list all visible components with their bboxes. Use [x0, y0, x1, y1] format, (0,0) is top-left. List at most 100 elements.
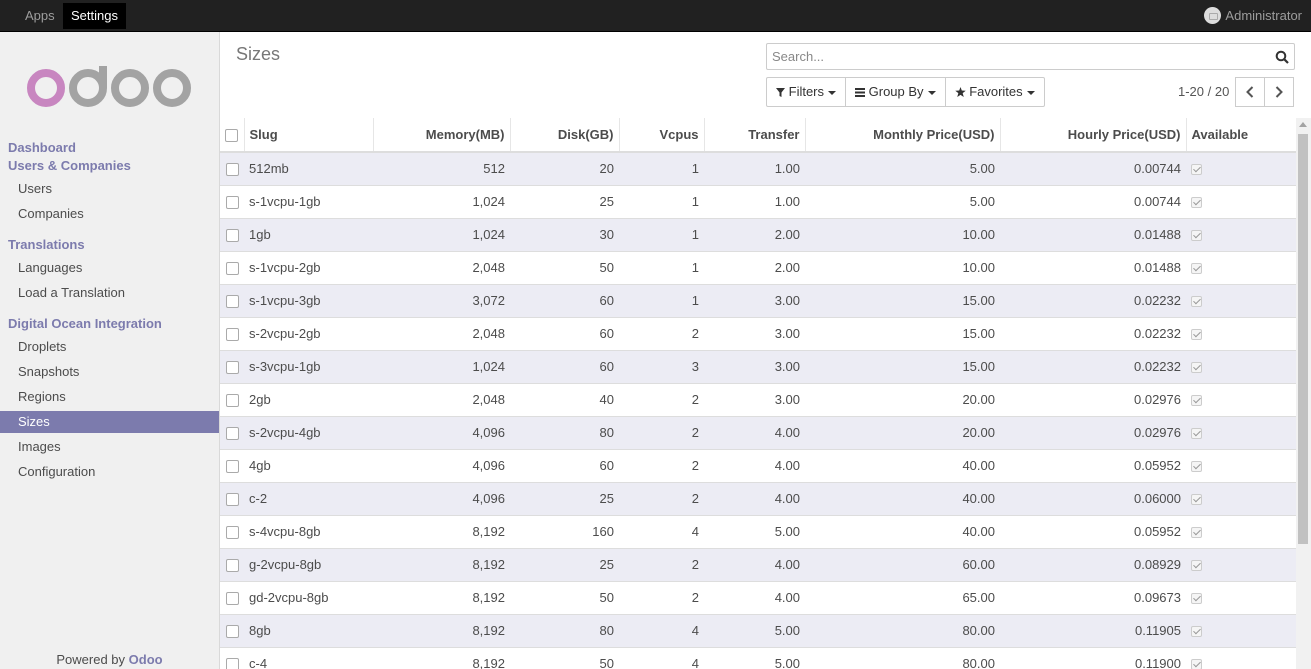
cell-available [1186, 415, 1296, 449]
table-row[interactable]: 1gb 1,024 30 1 2.00 10.00 0.01488 [220, 217, 1296, 251]
row-checkbox[interactable] [225, 658, 239, 669]
row-checkbox[interactable] [225, 295, 239, 309]
avatar [1204, 7, 1222, 25]
row-select-cell [220, 448, 244, 482]
row-checkbox[interactable] [225, 262, 239, 276]
scroll-up-icon[interactable] [1299, 122, 1307, 127]
sidebar-item-snapshots[interactable]: Snapshots [0, 361, 219, 383]
row-checkbox[interactable] [225, 229, 239, 243]
column-header-hourly-price[interactable]: Hourly Price(USD) [1000, 118, 1187, 153]
table-row[interactable]: s-1vcpu-2gb 2,048 50 1 2.00 10.00 0.01488 [220, 250, 1296, 284]
sidebar-item-sizes[interactable]: Sizes [0, 411, 219, 433]
cell-slug: s-1vcpu-1gb [244, 184, 373, 218]
favorites-button[interactable]: Favorites [946, 78, 1044, 106]
user-menu[interactable]: Administrator [1204, 3, 1302, 29]
row-checkbox[interactable] [225, 394, 239, 408]
table-row[interactable]: c-2 4,096 25 2 4.00 40.00 0.06000 [220, 481, 1296, 515]
column-header-transfer[interactable]: Transfer [704, 118, 806, 153]
cell-transfer: 3.00 [704, 382, 805, 416]
search-options: Filters Group By Favorites [766, 77, 1045, 107]
odoo-logo[interactable] [26, 66, 194, 110]
row-checkbox[interactable] [225, 559, 239, 573]
star-icon [954, 87, 966, 97]
column-header-disk[interactable]: Disk(GB) [510, 118, 620, 153]
column-header-slug[interactable]: Slug [244, 118, 374, 153]
table-row[interactable]: s-3vcpu-1gb 1,024 60 3 3.00 15.00 0.02232 [220, 349, 1296, 383]
scrollbar[interactable] [1296, 118, 1311, 669]
table-row[interactable]: 2gb 2,048 40 2 3.00 20.00 0.02976 [220, 382, 1296, 416]
table-row[interactable]: c-4 8,192 50 4 5.00 80.00 0.11900 [220, 646, 1296, 669]
pager-value[interactable]: 1-20 / 20 [1178, 84, 1229, 99]
table-row[interactable]: s-1vcpu-1gb 1,024 25 1 1.00 5.00 0.00744 [220, 184, 1296, 218]
sidebar-dashboard[interactable]: Dashboard [8, 140, 76, 155]
row-select-cell [220, 316, 244, 350]
sidebar-item-load-translation[interactable]: Load a Translation [0, 282, 219, 304]
sidebar-item-users[interactable]: Users [0, 178, 219, 200]
group-by-button[interactable]: Group By [846, 78, 946, 106]
cell-monthly-price: 65.00 [805, 580, 1000, 614]
cell-slug: c-2 [244, 481, 373, 515]
cell-transfer: 4.00 [704, 481, 805, 515]
apps-menu[interactable]: Apps [17, 3, 63, 29]
filters-button[interactable]: Filters [767, 78, 847, 106]
table-row[interactable]: 512mb 512 20 1 1.00 5.00 0.00744 [220, 151, 1296, 185]
row-checkbox[interactable] [225, 163, 239, 177]
row-checkbox[interactable] [225, 361, 239, 375]
pager-next-button[interactable] [1264, 77, 1294, 107]
cell-available [1186, 613, 1296, 647]
table-row[interactable]: 8gb 8,192 80 4 5.00 80.00 0.11905 [220, 613, 1296, 647]
table-row[interactable]: 4gb 4,096 60 2 4.00 40.00 0.05952 [220, 448, 1296, 482]
available-checkbox [1191, 329, 1202, 341]
table-row[interactable]: s-2vcpu-2gb 2,048 60 2 3.00 15.00 0.02232 [220, 316, 1296, 350]
cell-disk: 25 [510, 547, 619, 581]
row-checkbox[interactable] [225, 526, 239, 540]
sidebar-item-droplets[interactable]: Droplets [0, 336, 219, 358]
sidebar-item-companies[interactable]: Companies [0, 203, 219, 225]
cell-transfer: 4.00 [704, 547, 805, 581]
column-header-memory[interactable]: Memory(MB) [373, 118, 511, 153]
row-checkbox[interactable] [225, 493, 239, 507]
row-checkbox[interactable] [225, 196, 239, 210]
sidebar-item-images[interactable]: Images [0, 436, 219, 458]
cell-available [1186, 283, 1296, 317]
column-header-available[interactable]: Available [1186, 118, 1296, 153]
select-all-checkbox[interactable] [225, 129, 239, 143]
row-checkbox[interactable] [225, 592, 239, 606]
cell-memory: 1,024 [373, 184, 510, 218]
cell-transfer: 4.00 [704, 448, 805, 482]
page-title: Sizes [236, 44, 281, 64]
cell-slug: s-2vcpu-2gb [244, 316, 373, 350]
sidebar-item-languages[interactable]: Languages [0, 257, 219, 279]
cell-transfer: 1.00 [704, 151, 805, 185]
column-header-vcpus[interactable]: Vcpus [619, 118, 705, 153]
cell-monthly-price: 5.00 [805, 151, 1000, 185]
row-checkbox[interactable] [225, 460, 239, 474]
cell-transfer: 3.00 [704, 283, 805, 317]
table-row[interactable]: s-1vcpu-3gb 3,072 60 1 3.00 15.00 0.02232 [220, 283, 1296, 317]
settings-menu[interactable]: Settings [63, 3, 126, 29]
row-checkbox[interactable] [225, 328, 239, 342]
cell-hourly-price: 0.05952 [1000, 448, 1186, 482]
cell-memory: 4,096 [373, 415, 510, 449]
pager-previous-button[interactable] [1235, 77, 1265, 107]
row-checkbox[interactable] [225, 427, 239, 441]
cell-disk: 80 [510, 613, 619, 647]
sidebar-item-regions[interactable]: Regions [0, 386, 219, 408]
cell-slug: gd-2vcpu-8gb [244, 580, 373, 614]
search-icon[interactable] [1275, 50, 1289, 64]
search-input[interactable] [767, 44, 1257, 69]
scrollbar-thumb[interactable] [1298, 134, 1308, 544]
table-row[interactable]: gd-2vcpu-8gb 8,192 50 2 4.00 65.00 0.09673 [220, 580, 1296, 614]
sidebar-item-configuration[interactable]: Configuration [0, 461, 219, 483]
row-checkbox[interactable] [225, 625, 239, 639]
powered-by-link[interactable]: Odoo [129, 652, 163, 667]
table-row[interactable]: s-2vcpu-4gb 4,096 80 2 4.00 20.00 0.02976 [220, 415, 1296, 449]
row-select-cell [220, 481, 244, 515]
column-header-monthly-price[interactable]: Monthly Price(USD) [805, 118, 1001, 153]
cell-vcpus: 2 [619, 547, 704, 581]
table-row[interactable]: g-2vcpu-8gb 8,192 25 2 4.00 60.00 0.08929 [220, 547, 1296, 581]
table-row[interactable]: s-4vcpu-8gb 8,192 160 4 5.00 40.00 0.05952 [220, 514, 1296, 548]
cell-transfer: 2.00 [704, 250, 805, 284]
available-checkbox [1191, 296, 1202, 308]
available-checkbox [1191, 659, 1202, 669]
